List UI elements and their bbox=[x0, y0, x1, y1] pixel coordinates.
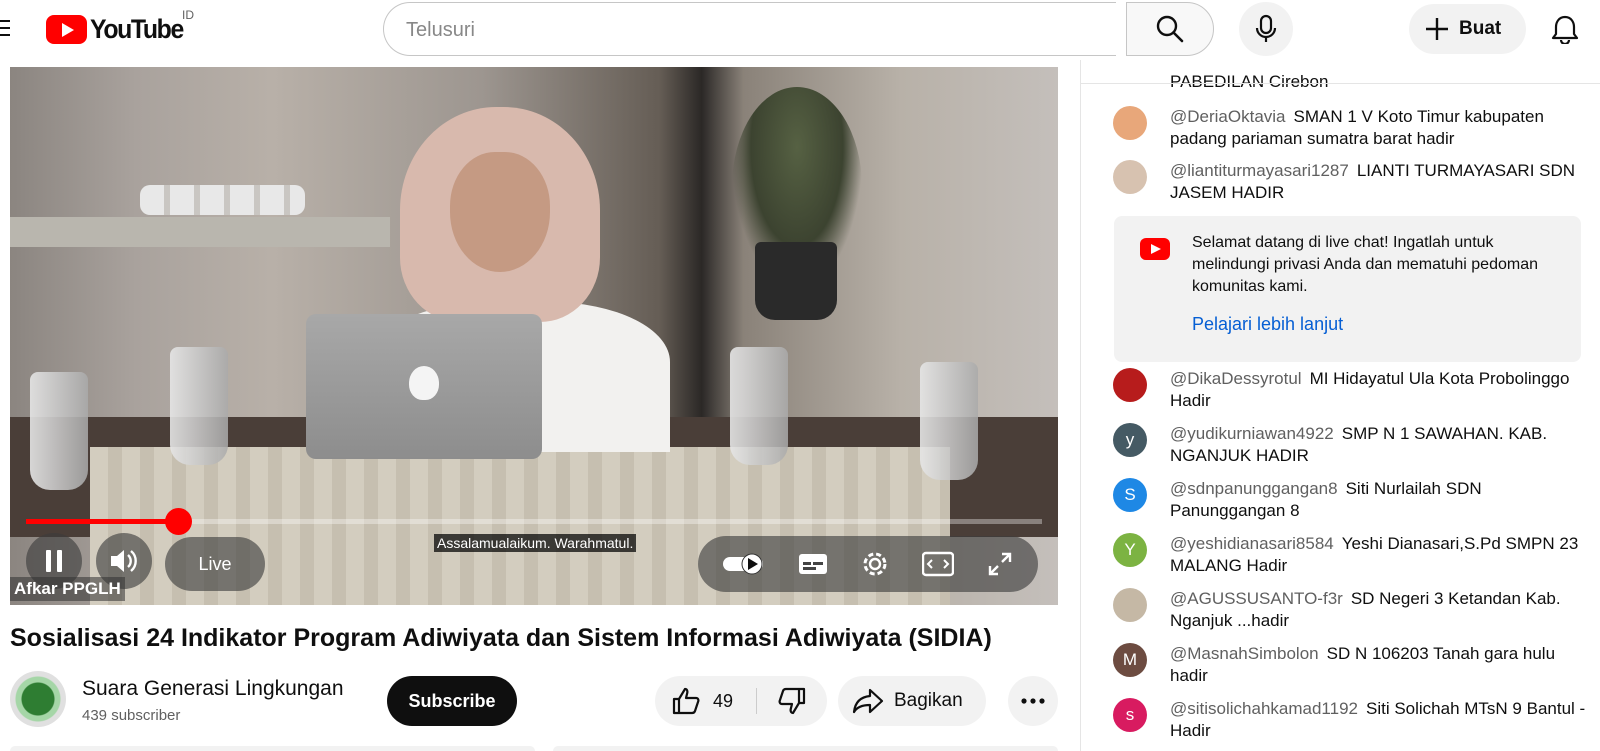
share-label: Bagikan bbox=[894, 690, 963, 711]
video-player[interactable]: Live Assalamualaikum. Warahmatul. Afkar … bbox=[10, 67, 1058, 605]
autoplay-toggle-icon[interactable] bbox=[722, 552, 766, 576]
chat-message-text: @AGUSSUSANTO-f3r SD Negeri 3 Ketandan Kab… bbox=[1170, 588, 1588, 632]
channel-name[interactable]: Suara Generasi Lingkungan bbox=[82, 677, 344, 701]
like-count: 49 bbox=[713, 690, 734, 711]
chat-author[interactable]: @liantiturmayasari1287 bbox=[1170, 161, 1349, 180]
mic-icon bbox=[1255, 14, 1277, 42]
chat-author[interactable]: @sdnpanunggangan8 bbox=[1170, 479, 1338, 498]
share-button[interactable]: Bagikan bbox=[838, 676, 986, 726]
video-scene-glass bbox=[730, 347, 788, 465]
settings-icon[interactable] bbox=[860, 549, 890, 579]
youtube-icon bbox=[1140, 238, 1170, 260]
chat-author[interactable]: @DikaDessyrotul bbox=[1170, 369, 1302, 388]
player-right-controls bbox=[698, 536, 1038, 592]
pause-icon bbox=[46, 550, 62, 572]
live-chat-panel: PABEDILAN Cirebon @DeriaOktavia SMAN 1 V … bbox=[1080, 60, 1600, 751]
share-icon bbox=[852, 688, 884, 714]
chat-message-text: PABEDILAN Cirebon bbox=[1170, 72, 1329, 91]
channel-avatar[interactable] bbox=[10, 671, 66, 727]
youtube-icon bbox=[46, 15, 87, 44]
volume-icon bbox=[111, 550, 137, 572]
progress-fill bbox=[26, 519, 178, 524]
chat-avatar[interactable]: S bbox=[1113, 478, 1147, 512]
thumbs-down-icon bbox=[778, 687, 806, 715]
voice-search-button[interactable] bbox=[1239, 2, 1293, 56]
chat-avatar[interactable]: y bbox=[1113, 423, 1147, 457]
video-scene-laptop bbox=[306, 314, 542, 459]
video-scene-shelf bbox=[10, 217, 390, 247]
chat-author[interactable]: @MasnahSimbolon bbox=[1170, 644, 1319, 663]
chat-message-text: @liantiturmayasari1287 LIANTI TURMAYASARI… bbox=[1170, 160, 1588, 204]
chat-avatar[interactable] bbox=[1113, 368, 1147, 402]
chat-message-text: @MasnahSimbolon SD N 106203 Tanah gara hu… bbox=[1170, 643, 1588, 687]
plus-icon bbox=[1426, 18, 1448, 40]
chat-avatar[interactable] bbox=[1113, 588, 1147, 622]
search-input[interactable]: Telusuri bbox=[383, 2, 1116, 56]
more-icon bbox=[1021, 698, 1045, 704]
create-button[interactable]: Buat bbox=[1409, 4, 1526, 54]
chat-message-text: @DikaDessyrotul MI Hidayatul Ula Kota Pro… bbox=[1170, 368, 1588, 412]
video-scene-pot bbox=[755, 242, 837, 320]
subscriber-count: 439 subscriber bbox=[82, 707, 181, 724]
create-label: Buat bbox=[1459, 18, 1502, 39]
chat-author[interactable]: @yudikurniawan4922 bbox=[1170, 424, 1334, 443]
dislike-button[interactable] bbox=[757, 676, 827, 726]
notifications-button[interactable] bbox=[1542, 6, 1588, 52]
video-scene-glass bbox=[170, 347, 228, 465]
video-title: Sosialisasi 24 Indikator Program Adiwiya… bbox=[10, 624, 992, 652]
chat-message-text: @sitisolichahkamad1192 Siti Solichah MTsN… bbox=[1170, 698, 1588, 742]
masthead: YouTube ID Telusuri Buat bbox=[0, 0, 1600, 60]
channel-watermark: Afkar PPGLH bbox=[10, 577, 125, 601]
progress-scrubber[interactable] bbox=[165, 508, 192, 535]
learn-more-link[interactable]: Pelajari lebih lanjut bbox=[1192, 314, 1343, 335]
chat-message-text: @yeshidianasari8584 Yeshi Dianasari,S.Pd … bbox=[1170, 533, 1588, 577]
search-button[interactable] bbox=[1126, 2, 1214, 56]
search-placeholder: Telusuri bbox=[406, 19, 475, 41]
chat-avatar[interactable]: M bbox=[1113, 643, 1147, 677]
like-button[interactable]: 49 bbox=[655, 676, 757, 726]
caption-text: Assalamualaikum. Warahmatul. bbox=[434, 534, 637, 552]
like-dislike-group: 49 bbox=[655, 676, 827, 726]
chat-message-text: @yudikurniawan4922 SMP N 1 SAWAHAN. KAB. … bbox=[1170, 423, 1588, 467]
video-scene-glass bbox=[30, 372, 88, 490]
live-button[interactable]: Live bbox=[165, 537, 265, 591]
chat-author[interactable]: @sitisolichahkamad1192 bbox=[1170, 699, 1358, 718]
subtitles-icon[interactable] bbox=[798, 553, 828, 575]
chat-avatar[interactable] bbox=[1113, 160, 1147, 194]
subscribe-button[interactable]: Subscribe bbox=[387, 676, 517, 726]
logo-text: YouTube bbox=[90, 14, 184, 44]
video-scene-glass bbox=[920, 362, 978, 480]
country-code: ID bbox=[182, 8, 194, 22]
bell-icon bbox=[1551, 15, 1579, 44]
video-scene-cups bbox=[140, 185, 305, 215]
chat-author[interactable]: @AGUSSUSANTO-f3r bbox=[1170, 589, 1343, 608]
chat-author[interactable]: @yeshidianasari8584 bbox=[1170, 534, 1334, 553]
thumbs-up-icon bbox=[672, 687, 700, 715]
youtube-logo[interactable]: YouTube bbox=[46, 14, 191, 45]
more-actions-button[interactable] bbox=[1008, 676, 1058, 726]
chat-divider bbox=[1081, 83, 1600, 84]
chat-avatar[interactable]: Y bbox=[1113, 533, 1147, 567]
description-box-edge bbox=[10, 746, 535, 751]
chat-message-text: @sdnpanunggangan8 Siti Nurlailah SDN Panu… bbox=[1170, 478, 1588, 522]
description-box-edge bbox=[553, 746, 1058, 751]
chat-avatar[interactable] bbox=[1113, 106, 1147, 140]
chat-avatar[interactable]: s bbox=[1113, 698, 1147, 732]
chat-message-text: @DeriaOktavia SMAN 1 V Koto Timur kabupat… bbox=[1170, 106, 1588, 150]
chat-author[interactable]: @DeriaOktavia bbox=[1170, 107, 1286, 126]
fullscreen-icon[interactable] bbox=[986, 550, 1014, 578]
chat-welcome-notice: Selamat datang di live chat! Ingatlah un… bbox=[1114, 216, 1581, 362]
search-icon bbox=[1156, 15, 1184, 43]
notice-text: Selamat datang di live chat! Ingatlah un… bbox=[1192, 234, 1538, 295]
miniplayer-icon[interactable] bbox=[922, 551, 954, 577]
menu-icon[interactable] bbox=[0, 20, 10, 40]
